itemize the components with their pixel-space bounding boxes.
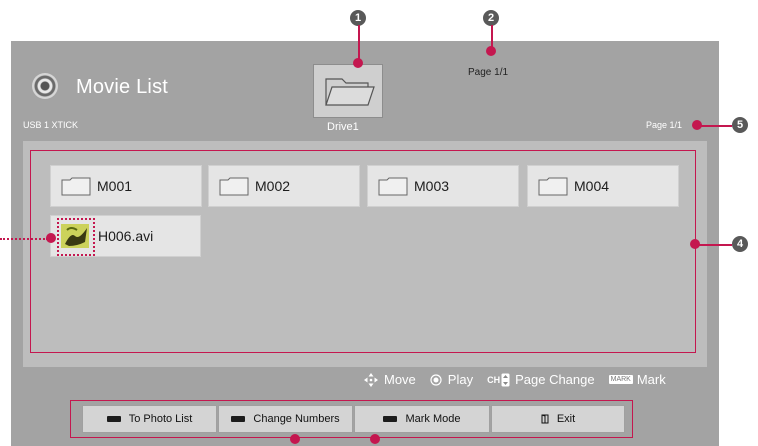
- video-thumbnail-icon: [61, 224, 89, 248]
- ch-updown-icon: [501, 373, 510, 386]
- folder-item-m004[interactable]: M004: [527, 165, 679, 207]
- device-label: USB 1 XTICK: [23, 120, 79, 130]
- page-indicator-top: Page 1/1: [468, 67, 509, 78]
- item-label: M002: [255, 178, 291, 194]
- move-hint: Move: [364, 372, 416, 387]
- color-key-icon: [231, 416, 246, 422]
- play-hint: Play: [430, 372, 473, 387]
- button-label: To Photo List: [128, 413, 193, 425]
- ch-label: CH: [487, 374, 501, 385]
- play-label: Play: [447, 372, 474, 387]
- callout-5-dot: [692, 120, 702, 130]
- exit-button[interactable]: Exit: [491, 405, 625, 433]
- drive-label: Drive1: [327, 121, 359, 133]
- color-key-icon: [106, 416, 121, 422]
- callout-1: 1: [350, 10, 366, 26]
- folder-item-m003[interactable]: M003: [367, 165, 519, 207]
- callout-1-dot: [353, 58, 363, 68]
- move-label: Move: [384, 372, 416, 387]
- key-hints: Move Play CH Page Change MARK Mark: [364, 372, 666, 387]
- arrows-icon: [364, 372, 378, 387]
- callout-3-line: [0, 238, 48, 240]
- callout-4-line: [698, 244, 732, 246]
- exit-icon: [541, 414, 549, 424]
- page-indicator: Page 1/1: [646, 120, 683, 130]
- ok-icon: [430, 373, 442, 386]
- button-label: Mark Mode: [405, 413, 461, 425]
- page-change-label: Page Change: [515, 372, 595, 387]
- folder-icon: [219, 177, 249, 195]
- folder-item-m002[interactable]: M002: [208, 165, 360, 207]
- folder-item-m001[interactable]: M001: [50, 165, 202, 207]
- change-numbers-button[interactable]: Change Numbers: [218, 405, 353, 433]
- callout-5: 5: [732, 117, 748, 133]
- color-key-icon: [383, 416, 398, 422]
- folder-icon: [538, 177, 568, 195]
- callout-3-dot: [46, 233, 56, 243]
- folder-icon: [61, 177, 91, 195]
- item-label: M001: [97, 178, 133, 194]
- button-label: Change Numbers: [253, 413, 340, 425]
- folder-icon: [378, 177, 408, 195]
- item-label: M004: [574, 178, 610, 194]
- mark-label: Mark: [636, 372, 666, 387]
- callout-4: 4: [732, 236, 748, 252]
- button-label: Exit: [556, 413, 576, 425]
- callout-5-line: [698, 125, 732, 127]
- page-title: Movie List: [76, 76, 169, 98]
- mark-mode-button[interactable]: Mark Mode: [354, 405, 490, 433]
- callout-2: 2: [483, 10, 499, 26]
- folder-icon: [325, 78, 375, 106]
- callout-2-dot: [486, 46, 496, 56]
- page-change-hint: CH Page Change: [487, 372, 595, 387]
- button-bar-dot-left: [290, 434, 300, 444]
- callout-1-line: [358, 25, 360, 61]
- to-photo-list-button[interactable]: To Photo List: [82, 405, 217, 433]
- callout-4-dot: [690, 239, 700, 249]
- mark-hint: MARK Mark: [608, 372, 666, 387]
- movie-disc-icon: [32, 73, 58, 99]
- item-label: H006.avi: [98, 228, 154, 244]
- video-item-h006[interactable]: H006.avi: [50, 215, 201, 257]
- button-bar-dot-right: [370, 434, 380, 444]
- item-label: M003: [414, 178, 450, 194]
- drive-folder-button[interactable]: [313, 64, 383, 118]
- thumbnail-mark-box: [56, 217, 95, 256]
- mark-key-chip: MARK: [608, 375, 633, 384]
